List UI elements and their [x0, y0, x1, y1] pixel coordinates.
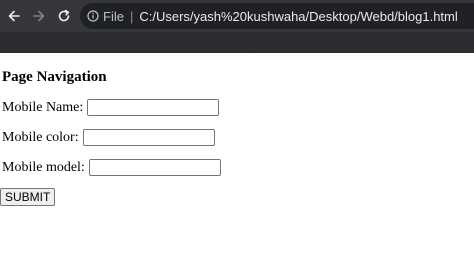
back-arrow-icon: [8, 10, 20, 22]
mobile-color-row: Mobile color:: [2, 129, 215, 146]
page-title: Page Navigation: [2, 69, 107, 85]
separator: |: [129, 8, 134, 24]
forward-button[interactable]: [28, 5, 50, 27]
browser-toolbar: File | C:/Users/yash%20kushwaha/Desktop/…: [0, 0, 474, 32]
submit-button[interactable]: SUBMIT: [0, 188, 56, 206]
toolbar-strip: [0, 32, 474, 53]
forward-arrow-icon: [33, 10, 45, 22]
mobile-model-input[interactable]: [88, 159, 221, 176]
mobile-color-input[interactable]: [82, 129, 215, 146]
mobile-color-label: Mobile color:: [2, 129, 79, 145]
mobile-model-label: Mobile model:: [2, 159, 85, 175]
back-button[interactable]: [3, 5, 25, 27]
url-text[interactable]: C:/Users/yash%20kushwaha/Desktop/Webd/bl…: [139, 9, 457, 24]
file-label: File: [103, 8, 124, 24]
info-icon[interactable]: [87, 10, 99, 22]
reload-button[interactable]: [53, 5, 75, 27]
mobile-name-row: Mobile Name:: [2, 99, 220, 116]
mobile-name-input[interactable]: [87, 99, 220, 116]
page-content: Page Navigation Mobile Name: Mobile colo…: [0, 53, 474, 253]
mobile-name-label: Mobile Name:: [2, 99, 84, 115]
address-bar[interactable]: File | C:/Users/yash%20kushwaha/Desktop/…: [80, 3, 474, 29]
mobile-model-row: Mobile model:: [2, 159, 221, 176]
reload-icon: [58, 9, 70, 22]
